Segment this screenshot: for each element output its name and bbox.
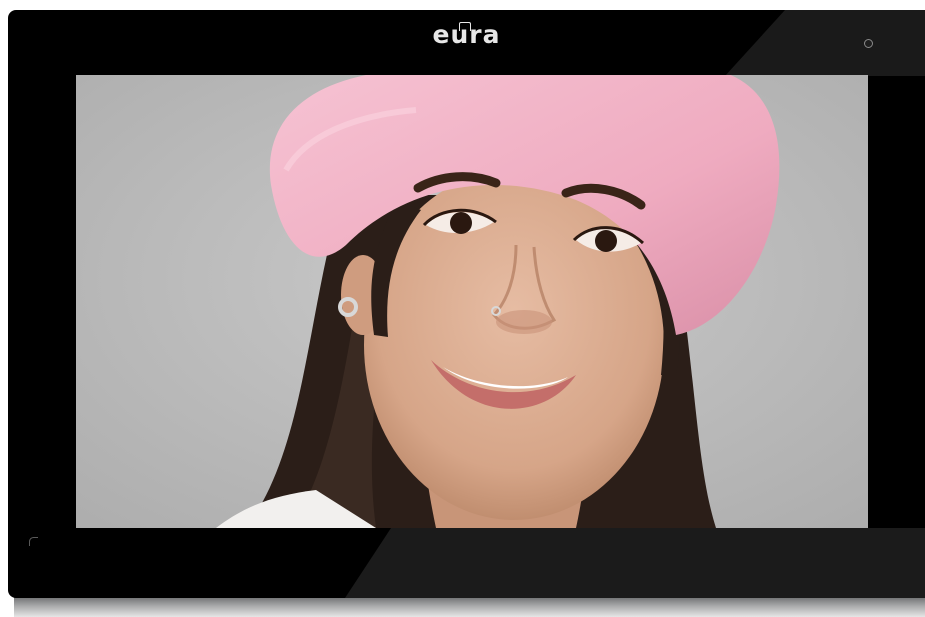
device-shadow [14, 597, 925, 617]
light-sensor-icon [864, 39, 873, 48]
bezel-gloss-bottom [345, 528, 925, 598]
microphone-icon [29, 537, 38, 546]
display-screen [76, 75, 868, 528]
logo-mark-icon [459, 22, 471, 31]
product-stage: eura [0, 0, 925, 617]
right-eye [595, 230, 617, 252]
video-intercom-monitor: eura [8, 10, 925, 598]
portrait-photo [76, 75, 868, 528]
left-eye [450, 212, 472, 234]
